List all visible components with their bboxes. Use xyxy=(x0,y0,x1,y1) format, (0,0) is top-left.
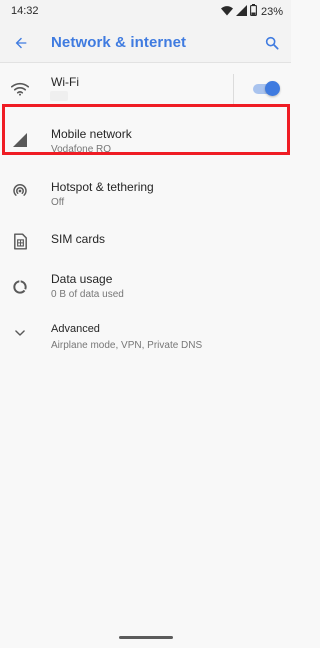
hotspot-summary: Off xyxy=(51,197,65,208)
data-usage-icon xyxy=(10,277,30,297)
wifi-network-name xyxy=(50,91,68,101)
hotspot-title: Hotspot & tethering xyxy=(51,180,154,194)
toggle-divider xyxy=(233,74,234,104)
back-button[interactable] xyxy=(10,32,32,54)
cell-signal-icon xyxy=(10,130,30,150)
arrow-back-icon xyxy=(15,37,27,49)
wifi-toggle[interactable] xyxy=(253,81,280,96)
mobile-network-summary: Vodafone RO xyxy=(51,144,112,155)
settings-screen: 14:32 23% Network & internet Wi-Fi Mobil… xyxy=(0,0,291,648)
toggle-thumb xyxy=(265,81,280,96)
app-bar: Network & internet xyxy=(0,24,291,62)
settings-list: Wi-Fi Mobile network Vodafone RO Hotspot… xyxy=(0,63,291,367)
data-usage-summary: 0 B of data used xyxy=(51,289,124,300)
navigation-handle[interactable] xyxy=(119,636,173,639)
status-time: 14:32 xyxy=(11,5,39,17)
advanced-summary: Airplane mode, VPN, Private DNS xyxy=(51,340,203,351)
advanced-title: Advanced xyxy=(51,323,100,335)
signal-icon xyxy=(235,3,247,21)
wifi-title: Wi-Fi xyxy=(51,75,79,89)
search-button[interactable] xyxy=(262,33,282,53)
battery-icon xyxy=(250,3,257,21)
search-icon xyxy=(265,36,279,50)
sim-cards-title: SIM cards xyxy=(51,232,106,246)
hotspot-icon xyxy=(10,181,30,201)
list-item-mobile-network[interactable]: Mobile network Vodafone RO xyxy=(0,115,291,166)
mobile-network-title: Mobile network xyxy=(51,127,132,141)
list-item-advanced[interactable]: Advanced Airplane mode, VPN, Private DNS xyxy=(0,317,291,367)
wifi-icon xyxy=(10,79,30,99)
list-item-sim-cards[interactable]: SIM cards xyxy=(0,217,291,266)
data-usage-title: Data usage xyxy=(51,272,113,286)
list-item-wifi[interactable]: Wi-Fi xyxy=(0,63,291,115)
sim-card-icon xyxy=(10,231,30,251)
status-bar: 14:32 23% xyxy=(0,0,291,24)
status-icons: 23% xyxy=(220,3,283,21)
page-title: Network & internet xyxy=(51,34,187,51)
list-item-data-usage[interactable]: Data usage 0 B of data used xyxy=(0,266,291,317)
chevron-down-icon xyxy=(10,323,30,343)
list-item-hotspot[interactable]: Hotspot & tethering Off xyxy=(0,166,291,217)
battery-percent: 23% xyxy=(260,6,283,18)
wifi-icon xyxy=(220,3,233,21)
